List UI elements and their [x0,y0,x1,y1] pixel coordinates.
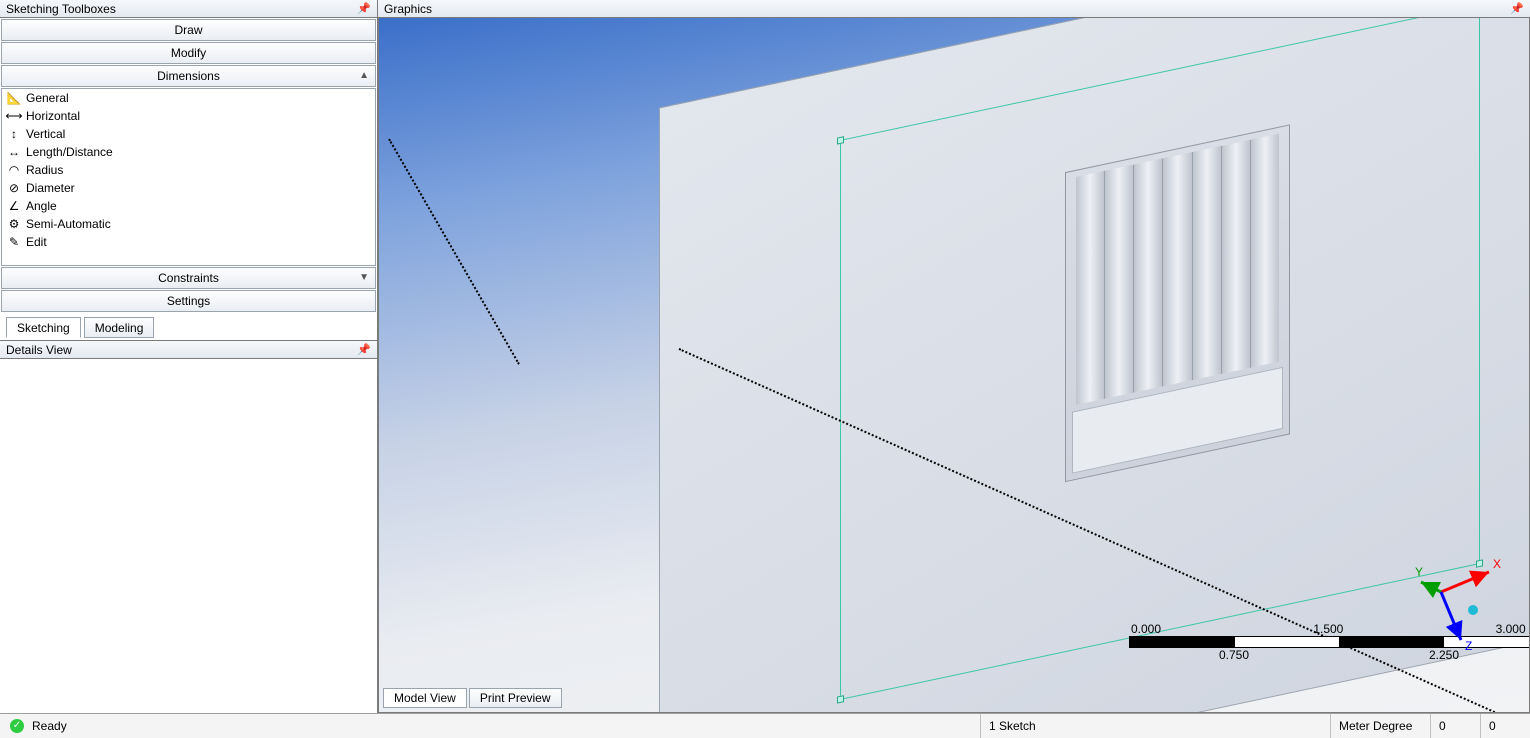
dimensions-tool-list: 📐 General ⟷ Horizontal ↕ Vertical ↔ Length/Dist… [1,88,376,266]
graphics-viewport[interactable]: ANSYS R15.0 [378,18,1530,713]
dimension-tool-label: Horizontal [26,109,80,123]
tab-model-view-label: Model View [394,691,456,705]
status-unit-length: Meter [1339,719,1370,733]
status-coord-a: 0 [1430,714,1480,738]
tab-print-preview-label: Print Preview [480,691,551,705]
dimension-tool-label: Edit [26,235,47,249]
tab-modeling[interactable]: Modeling [84,317,155,338]
accordion-dimensions[interactable]: Dimensions ▲ [1,65,376,87]
ruler-icon: 📐 [6,91,22,105]
dimension-tool-general[interactable]: 📐 General [2,89,375,107]
pin-icon[interactable]: 📌 [357,2,371,15]
sketching-toolboxes-header: Sketching Toolboxes 📌 [0,0,377,18]
dimension-tool-angle[interactable]: ∠ Angle [2,197,375,215]
tab-sketching-label: Sketching [17,321,70,335]
accordion-dimensions-label: Dimensions [157,69,220,83]
pin-icon[interactable]: 📌 [357,343,371,356]
status-coord-a-value: 0 [1439,719,1446,733]
dimension-tool-radius[interactable]: ◠ Radius [2,161,375,179]
tab-sketching[interactable]: Sketching [6,317,81,338]
accordion-constraints-label: Constraints [158,271,219,285]
accordion-draw-label: Draw [174,23,202,37]
model-slab [659,18,1530,713]
dimension-tool-label: Angle [26,199,57,213]
status-ready-label: Ready [32,719,75,733]
status-coord-b: 0 [1480,714,1530,738]
sketch-handle[interactable] [837,136,844,144]
accordion-modify[interactable]: Modify [1,42,376,64]
length-icon: ↔ [6,145,22,159]
vertical-icon: ↕ [6,127,22,141]
diameter-icon: ⊘ [6,181,22,195]
dimension-tool-semi-automatic[interactable]: ⚙ Semi-Automatic [2,215,375,233]
graphics-header: Graphics 📌 [378,0,1530,18]
accordion-settings-label: Settings [167,294,210,308]
scroll-up-icon[interactable]: ▲ [359,70,369,81]
scale-tick: 0.000 [1131,622,1161,636]
status-coord-b-value: 0 [1489,719,1496,733]
status-ok-icon [10,719,24,733]
model-pocket [1065,124,1290,482]
tab-model-view[interactable]: Model View [383,688,467,708]
accordion-constraints[interactable]: Constraints ▼ [1,267,376,289]
scale-tick: 0.750 [1129,648,1339,662]
status-units: Meter Degree [1330,714,1430,738]
mode-tabs: Sketching Modeling [0,313,377,340]
dimension-tool-edit[interactable]: ✎ Edit [2,233,375,251]
dimension-tool-horizontal[interactable]: ⟷ Horizontal [2,107,375,125]
graphics-view-tabs: Model View Print Preview [383,688,562,708]
triad-y-label: Y [1415,565,1423,579]
dimension-tool-label: Vertical [26,127,65,141]
horizontal-icon: ⟷ [6,109,22,123]
accordion-modify-label: Modify [171,46,206,60]
status-unit-angle: Degree [1373,719,1412,733]
status-selection-text: 1 Sketch [989,719,1036,733]
dimension-tool-diameter[interactable]: ⊘ Diameter [2,179,375,197]
details-view-header: Details View 📌 [0,341,377,359]
dimension-tool-vertical[interactable]: ↕ Vertical [2,125,375,143]
dimension-tool-label: Semi-Automatic [26,217,111,231]
semi-auto-icon: ⚙ [6,217,22,231]
tab-print-preview[interactable]: Print Preview [469,688,562,708]
dimension-tool-label: Radius [26,163,63,177]
sketching-toolboxes-title: Sketching Toolboxes [6,2,116,16]
edit-icon: ✎ [6,235,22,249]
accordion-draw[interactable]: Draw [1,19,376,41]
accordion-settings[interactable]: Settings [1,290,376,312]
pin-icon[interactable]: 📌 [1510,2,1524,15]
orientation-triad[interactable]: X Y Z [1411,552,1501,652]
details-view-title: Details View [6,343,72,357]
scale-tick: 1.500 [1313,622,1343,636]
details-view-body [0,359,377,713]
sketch-handle[interactable] [837,695,844,703]
angle-icon: ∠ [6,199,22,213]
triad-z-label: Z [1465,639,1472,652]
model-ribs [1076,134,1279,405]
tab-modeling-label: Modeling [95,321,144,335]
triad-x-label: X [1493,557,1501,571]
dimension-tool-length-distance[interactable]: ↔ Length/Distance [2,143,375,161]
scroll-down-icon[interactable]: ▼ [359,272,369,283]
dimension-tool-label: Diameter [26,181,75,195]
graphics-title: Graphics [384,2,432,16]
dimension-tool-label: General [26,91,69,105]
status-bar: Ready 1 Sketch Meter Degree 0 0 [0,713,1530,738]
status-selection: 1 Sketch [980,714,1330,738]
dimension-tool-label: Length/Distance [26,145,113,159]
radius-icon: ◠ [6,163,22,177]
axis-guideline [388,139,520,365]
